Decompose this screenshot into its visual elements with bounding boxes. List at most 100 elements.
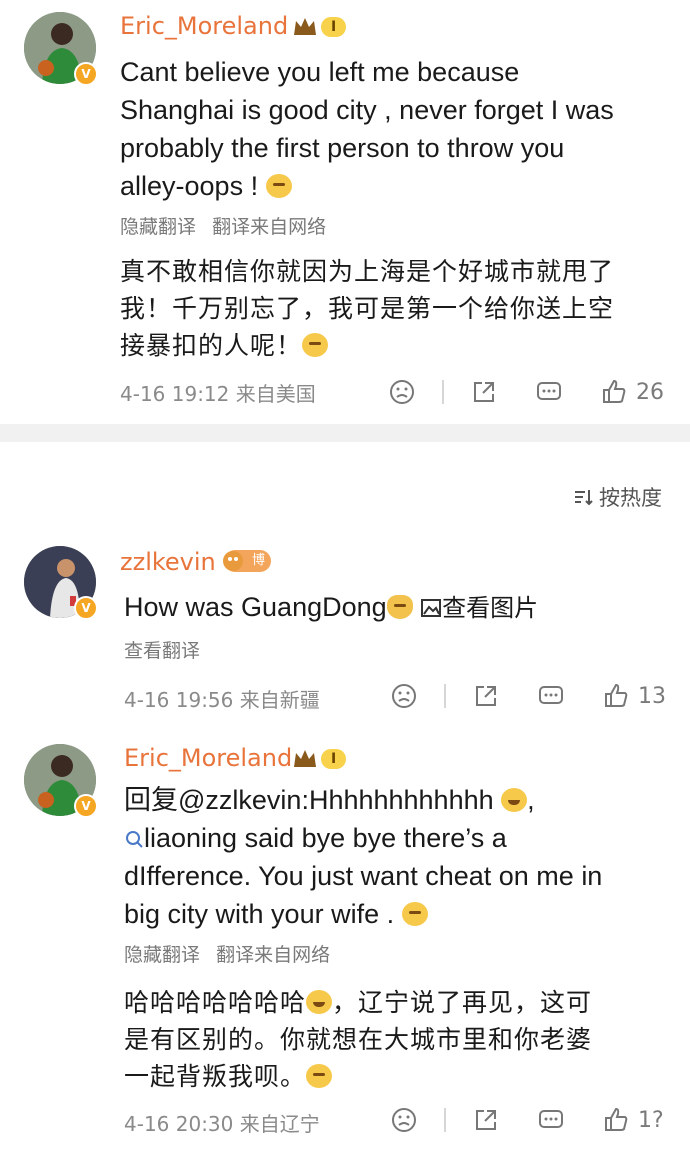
- text-line: dIfference. You just want cheat on me in: [124, 861, 603, 891]
- comment-actions: 26: [380, 376, 680, 408]
- sort-icon: [575, 490, 593, 506]
- text-line: liaoning said bye bye there’s a: [144, 823, 507, 853]
- level-badge: I: [292, 746, 347, 772]
- divider: [444, 1108, 446, 1132]
- username[interactable]: Eric_Moreland: [120, 12, 288, 40]
- translation-bar: 隐藏翻译 翻译来自网络: [124, 940, 340, 967]
- like-button[interactable]: 26: [600, 376, 664, 408]
- text-line: 接暴扣的人呢！: [120, 331, 303, 360]
- text-line: Shanghai is good city , never forget I w…: [120, 95, 614, 125]
- text-line: How was GuangDong: [124, 592, 387, 622]
- dislike-button[interactable]: [390, 1104, 418, 1136]
- laugh-cry-emoji-icon: [501, 788, 528, 812]
- like-button[interactable]: 1?: [602, 1104, 664, 1136]
- translated-text: 哈哈哈哈哈哈哈 ，辽宁说了再见，这可 是有区别的。你就想在大城市里和你老婆 一起背…: [124, 984, 684, 1095]
- location: 来自新疆: [239, 688, 320, 712]
- hide-translation-link[interactable]: 隐藏翻译: [124, 944, 200, 966]
- comment-text: Cant believe you left me because Shangha…: [120, 53, 680, 205]
- share-icon: [476, 686, 496, 706]
- comment-actions: 13: [380, 680, 680, 712]
- comment-3: V Eric_Moreland I 回复@zzlkevin:Hhhhhhhhhh…: [0, 736, 690, 1152]
- cat-emoji-icon: [386, 595, 413, 619]
- location: 来自美国: [235, 382, 316, 406]
- crown-icon: [294, 750, 316, 767]
- sort-button[interactable]: 按热度: [573, 482, 662, 512]
- share-button[interactable]: [470, 376, 498, 408]
- divider: [444, 684, 446, 708]
- view-translation-link[interactable]: 查看翻译: [124, 636, 200, 663]
- smirk-emoji-icon: [302, 333, 329, 357]
- text-line: 一起背叛我呗。: [124, 1062, 307, 1091]
- reply-mention[interactable]: 回复@zzlkevin:Hhhhhhhhhhhh: [124, 785, 494, 815]
- comment-text: How was GuangDong 查看图片: [124, 588, 538, 628]
- view-image-label: 查看图片: [442, 595, 539, 622]
- comment-text: 回复@zzlkevin:Hhhhhhhhhhhh , liaoning said…: [124, 781, 684, 933]
- laugh-cry-emoji-icon: [306, 990, 333, 1014]
- comment-button[interactable]: [537, 1104, 565, 1136]
- comment-icon: [537, 382, 561, 400]
- username[interactable]: zzlkevin: [120, 548, 216, 576]
- text-line: 是有区别的。你就想在大城市里和你老婆: [124, 1025, 593, 1054]
- text-line: big city with your wife .: [124, 899, 395, 929]
- thumbs-up-icon: [603, 379, 626, 403]
- translation-source: 翻译来自网络: [212, 216, 327, 238]
- comment-meta: 4-16 20:30 来自辽宁: [124, 1108, 320, 1137]
- comment-button[interactable]: [537, 680, 565, 712]
- verified-badge-icon: V: [74, 794, 98, 818]
- comment-meta: 4-16 19:56 来自新疆: [124, 684, 320, 713]
- level-label: I: [321, 749, 347, 769]
- translation-source: 翻译来自网络: [216, 944, 331, 966]
- like-count: 1?: [638, 1107, 664, 1133]
- text-line: probably the first person to throw you: [120, 133, 565, 163]
- crown-icon: [294, 18, 316, 35]
- comment-actions: 1?: [380, 1104, 680, 1136]
- dislike-button[interactable]: [390, 680, 418, 712]
- share-icon: [476, 1110, 496, 1130]
- timestamp: 4-16 19:56: [124, 688, 234, 712]
- verified-badge-icon: V: [74, 62, 98, 86]
- share-button[interactable]: [472, 680, 500, 712]
- text-line: 真不敢相信你就因为上海是个好城市就甩了: [120, 257, 615, 286]
- frown-icon: [392, 684, 416, 708]
- level-badge: I: [292, 14, 347, 40]
- translation-bar: 隐藏翻译 翻译来自网络: [120, 212, 336, 239]
- username[interactable]: Eric_Moreland: [124, 744, 292, 772]
- comment-button[interactable]: [535, 376, 563, 408]
- text-line: 哈哈哈哈哈哈哈: [124, 988, 307, 1017]
- smirk-emoji-icon: [265, 174, 292, 198]
- frown-icon: [392, 1108, 416, 1132]
- location: 来自辽宁: [239, 1112, 320, 1136]
- text-line: ，辽宁说了再见，这可: [332, 988, 593, 1017]
- timestamp: 4-16 19:12: [120, 382, 230, 406]
- text-line: alley-oops !: [120, 171, 259, 201]
- comment-2: V zzlkevin 博主 How was GuangDong 查看图片 查看翻…: [0, 540, 690, 730]
- comment-meta: 4-16 19:12 来自美国: [120, 378, 316, 407]
- smirk-emoji-icon: [401, 902, 428, 926]
- sort-label: 按热度: [599, 486, 662, 510]
- text-line: 我！千万别忘了，我可是第一个给你送上空: [120, 294, 615, 323]
- frown-icon: [390, 380, 414, 404]
- hide-translation-link[interactable]: 隐藏翻译: [120, 216, 196, 238]
- search-icon: [126, 831, 143, 848]
- level-label: I: [321, 17, 347, 37]
- share-button[interactable]: [472, 1104, 500, 1136]
- comment-icon: [539, 686, 563, 704]
- image-icon: [421, 599, 442, 617]
- thumbs-up-icon: [605, 1107, 628, 1131]
- like-count: 26: [636, 379, 664, 405]
- like-button[interactable]: 13: [602, 680, 666, 712]
- section-divider: [0, 424, 690, 442]
- thumbs-up-icon: [605, 683, 628, 707]
- view-image-link[interactable]: 查看图片: [420, 595, 538, 622]
- translated-text: 真不敢相信你就因为上海是个好城市就甩了 我！千万别忘了，我可是第一个给你送上空 …: [120, 253, 680, 364]
- comment-icon: [539, 1110, 563, 1128]
- comment-1: V Eric_Moreland I Cant believe you left …: [0, 0, 690, 424]
- timestamp: 4-16 20:30: [124, 1112, 234, 1136]
- fan-badge-icon: [223, 551, 243, 571]
- like-count: 13: [638, 683, 666, 709]
- dislike-button[interactable]: [388, 376, 416, 408]
- text-line: Cant believe you left me because: [120, 57, 520, 87]
- verified-badge-icon: V: [74, 596, 98, 620]
- smirk-emoji-icon: [306, 1064, 333, 1088]
- divider: [442, 380, 444, 404]
